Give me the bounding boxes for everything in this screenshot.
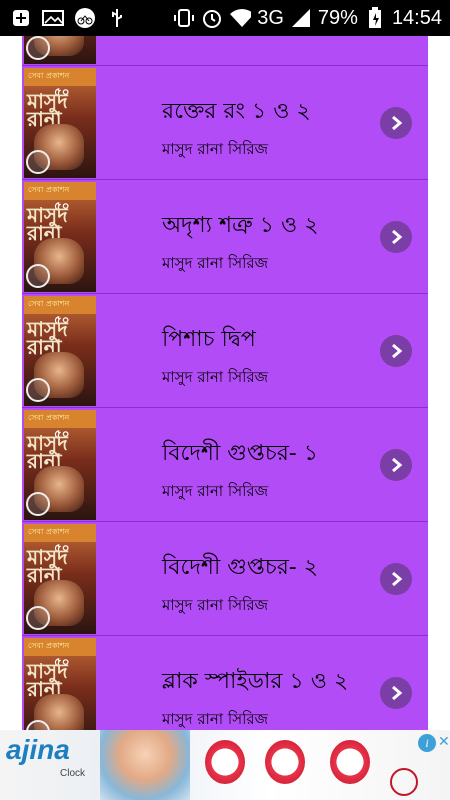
book-title: রক্তের রং ১ ও ২ <box>162 99 311 124</box>
chevron-right-icon[interactable] <box>380 449 412 481</box>
ad-banner[interactable]: ajina Clock i ✕ <box>0 730 450 800</box>
ad-info-icon[interactable]: i <box>418 734 436 752</box>
alarm-icon <box>201 7 223 29</box>
book-series: মাসুদ রানা সিরিজ <box>162 254 269 272</box>
clock-product-image <box>265 740 305 784</box>
book-series: মাসুদ রানা সিরিজ <box>162 140 269 158</box>
book-series: মাসুদ রানা সিরিজ <box>162 710 269 728</box>
book-title: পিশাচ দ্বিপ <box>162 327 256 352</box>
book-cover: সেবা প্রকাশন ৫০ মাসুদ রানা <box>24 410 96 520</box>
list-item[interactable]: সেবা প্রকাশন ৫০ মাসুদ রানা বিদেশী গুপ্তচর-… <box>22 408 428 522</box>
book-cover: সেবা প্রকাশন ৫০ মাসুদ রানা <box>24 182 96 292</box>
book-cover: সেবা প্রকাশন ৫০ মাসুদ রানা <box>24 296 96 406</box>
list-item[interactable]: সেবা প্রকাশন ৫০ মাসুদ রানা অদৃশ্য শত্রু ১ … <box>22 180 428 294</box>
battery-charging-icon <box>364 7 386 29</box>
list-item[interactable]: সেবা প্রকাশন ৫০ মাসুদ রানা পিশাচ দ্বিপ মাস… <box>22 294 428 408</box>
book-cover: সেবা প্রকাশন ৫০ মাসুদ রানা <box>24 524 96 634</box>
clock-product-image <box>330 740 370 784</box>
network-type: 3G <box>257 6 284 29</box>
book-title: অদৃশ্য শত্রু ১ ও ২ <box>162 213 319 238</box>
list-item[interactable]: সেবা প্রকাশন ৫০ মাসুদ রানা বিদেশী গুপ্তচর-… <box>22 522 428 636</box>
clock-product-image <box>205 740 245 784</box>
book-series: মাসুদ রানা সিরিজ <box>162 596 269 614</box>
book-title: ব্লাক স্পাইডার ১ ও ২ <box>162 669 349 694</box>
add-icon <box>10 7 32 29</box>
status-bar: 3G 79% 14:54 <box>0 0 450 36</box>
book-list[interactable]: সেবা প্রকাশন ৫০ মাসুদ রানা রক্তের রং ১ ও ২… <box>0 36 450 730</box>
baby-image <box>100 730 190 800</box>
battery-percent: 79% <box>317 6 358 29</box>
ad-logo <box>390 768 418 796</box>
wifi-icon <box>229 7 252 29</box>
book-title: বিদেশী গুপ্তচর- ২ <box>162 555 319 580</box>
list-item[interactable]: সেবা প্রকাশন ৫০ মাসুদ রানা ব্লাক স্পাইডার … <box>22 636 428 730</box>
book-series: মাসুদ রানা সিরিজ <box>162 368 269 386</box>
signal-icon <box>290 7 312 29</box>
book-cover <box>24 36 96 64</box>
ad-close-icon[interactable]: ✕ <box>438 734 450 750</box>
book-cover: সেবা প্রকাশন ৫০ মাসুদ রানা <box>24 638 96 730</box>
chevron-right-icon[interactable] <box>380 335 412 367</box>
cycling-icon <box>74 7 96 29</box>
ad-brand-sub: Clock <box>60 768 86 779</box>
chevron-right-icon[interactable] <box>380 677 412 709</box>
usb-icon <box>106 7 128 29</box>
chevron-right-icon[interactable] <box>380 221 412 253</box>
chevron-right-icon[interactable] <box>380 107 412 139</box>
list-item[interactable]: সেবা প্রকাশন ৫০ মাসুদ রানা রক্তের রং ১ ও ২… <box>22 66 428 180</box>
image-icon <box>42 7 64 29</box>
ad-brand: ajina <box>6 734 70 765</box>
book-title: বিদেশী গুপ্তচর- ১ <box>162 441 319 466</box>
book-series: মাসুদ রানা সিরিজ <box>162 482 269 500</box>
list-item-partial[interactable] <box>22 36 428 66</box>
clock-time: 14:54 <box>391 6 442 29</box>
chevron-right-icon[interactable] <box>380 563 412 595</box>
book-cover: সেবা প্রকাশন ৫০ মাসুদ রানা <box>24 68 96 178</box>
vibrate-icon <box>173 7 195 29</box>
